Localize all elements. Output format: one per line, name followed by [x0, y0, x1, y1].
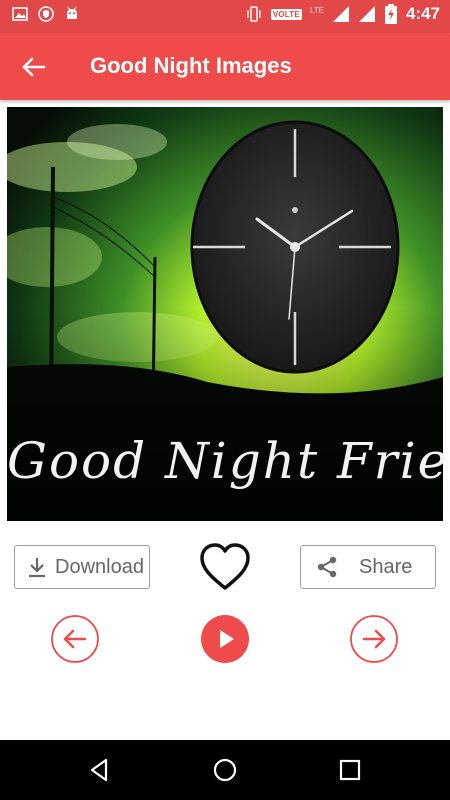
- signal-icon: [332, 6, 349, 22]
- recents-square-icon[interactable]: [336, 756, 364, 784]
- share-button[interactable]: Share: [300, 545, 436, 589]
- play-icon[interactable]: [200, 614, 250, 664]
- status-bar: VOLTE LTE 4:47: [0, 0, 450, 33]
- download-icon: [29, 558, 45, 578]
- lte-label: LTE: [309, 5, 324, 15]
- volte-badge: VOLTE: [270, 8, 302, 20]
- share-icon: [317, 556, 337, 578]
- arrow-left-icon[interactable]: [18, 51, 50, 83]
- share-label: Share: [359, 555, 413, 578]
- signal-icon-2: [358, 6, 375, 22]
- good-night-image: Good Night Friends: [7, 107, 443, 521]
- image-icon: [12, 7, 28, 21]
- status-time: 4:47: [405, 4, 440, 23]
- home-circle-icon[interactable]: [211, 756, 239, 784]
- image-caption: Good Night Friends: [7, 432, 443, 490]
- app-bar: Good Night Images: [0, 33, 450, 100]
- vibrate-icon: [247, 6, 261, 22]
- arrow-right-circle-icon[interactable]: [349, 614, 399, 664]
- battery-charging-icon: [384, 4, 397, 24]
- page-title: Good Night Images: [90, 53, 292, 78]
- heart-outline-icon[interactable]: [198, 540, 252, 594]
- status-right-icons: VOLTE LTE 4:47: [245, 4, 440, 24]
- back-triangle-icon[interactable]: [86, 756, 114, 784]
- system-nav-bar: [0, 740, 450, 800]
- download-label: Download: [55, 555, 144, 578]
- shield-icon: [38, 6, 54, 22]
- download-button[interactable]: Download: [14, 545, 150, 589]
- arrow-left-circle-icon[interactable]: [50, 614, 100, 664]
- status-left-icons: [12, 6, 80, 22]
- android-icon: [67, 6, 77, 19]
